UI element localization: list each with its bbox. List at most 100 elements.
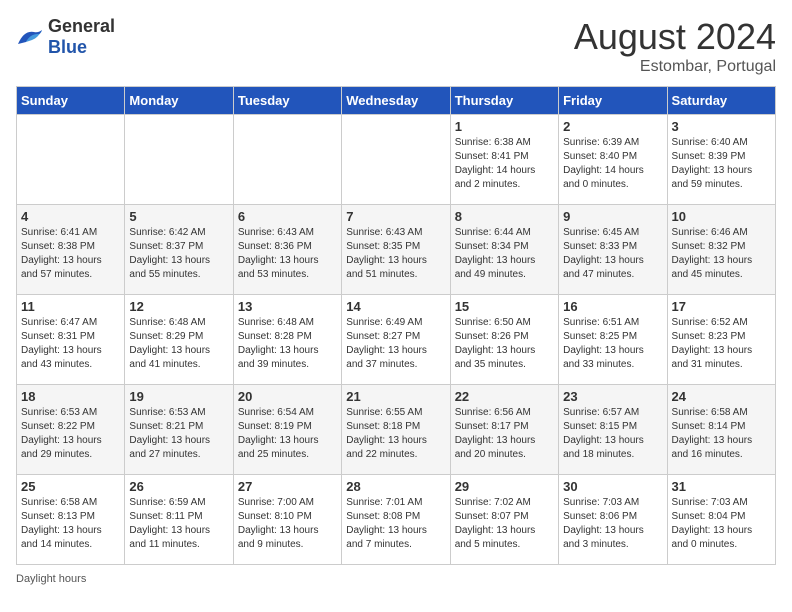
calendar-cell: 25 Sunrise: 6:58 AM Sunset: 8:13 PM Dayli…	[17, 475, 125, 565]
day-info: Sunrise: 6:43 AM Sunset: 8:36 PM Dayligh…	[238, 226, 337, 282]
calendar-cell: 14 Sunrise: 6:49 AM Sunset: 8:27 PM Dayli…	[342, 295, 450, 385]
calendar-cell: 19 Sunrise: 6:53 AM Sunset: 8:21 PM Dayli…	[125, 385, 233, 475]
day-info: Sunrise: 6:53 AM Sunset: 8:22 PM Dayligh…	[21, 406, 120, 462]
calendar-week-2: 4 Sunrise: 6:41 AM Sunset: 8:38 PM Daylig…	[17, 205, 776, 295]
day-info: Sunrise: 6:59 AM Sunset: 8:11 PM Dayligh…	[129, 496, 228, 552]
calendar-header-saturday: Saturday	[667, 87, 775, 115]
day-number: 19	[129, 389, 228, 404]
calendar-cell: 13 Sunrise: 6:48 AM Sunset: 8:28 PM Dayli…	[233, 295, 341, 385]
day-info: Sunrise: 6:53 AM Sunset: 8:21 PM Dayligh…	[129, 406, 228, 462]
day-number: 1	[455, 119, 554, 134]
day-info: Sunrise: 6:50 AM Sunset: 8:26 PM Dayligh…	[455, 316, 554, 372]
day-number: 8	[455, 209, 554, 224]
day-number: 18	[21, 389, 120, 404]
day-number: 28	[346, 479, 445, 494]
day-number: 23	[563, 389, 662, 404]
day-number: 4	[21, 209, 120, 224]
logo-general: General	[48, 16, 115, 36]
calendar-cell: 12 Sunrise: 6:48 AM Sunset: 8:29 PM Dayli…	[125, 295, 233, 385]
day-info: Sunrise: 6:40 AM Sunset: 8:39 PM Dayligh…	[672, 136, 771, 192]
calendar-week-3: 11Sunrise: 6:47 AM Sunset: 8:31 PM Dayli…	[17, 295, 776, 385]
day-info: Sunrise: 6:58 AM Sunset: 8:13 PM Dayligh…	[21, 496, 120, 552]
calendar-cell: 31 Sunrise: 7:03 AM Sunset: 8:04 PM Dayli…	[667, 475, 775, 565]
day-info: Sunrise: 6:58 AM Sunset: 8:14 PM Dayligh…	[672, 406, 771, 462]
day-number: 31	[672, 479, 771, 494]
calendar-cell: 20Sunrise: 6:54 AM Sunset: 8:19 PM Dayli…	[233, 385, 341, 475]
day-info: Sunrise: 6:46 AM Sunset: 8:32 PM Dayligh…	[672, 226, 771, 282]
calendar-cell: 10Sunrise: 6:46 AM Sunset: 8:32 PM Dayli…	[667, 205, 775, 295]
month-year: August 2024	[574, 16, 776, 58]
title-area: August 2024 Estombar, Portugal	[574, 16, 776, 76]
calendar-header-monday: Monday	[125, 87, 233, 115]
calendar-week-5: 25 Sunrise: 6:58 AM Sunset: 8:13 PM Dayli…	[17, 475, 776, 565]
day-number: 22	[455, 389, 554, 404]
day-info: Sunrise: 7:01 AM Sunset: 8:08 PM Dayligh…	[346, 496, 445, 552]
day-info: Sunrise: 7:02 AM Sunset: 8:07 PM Dayligh…	[455, 496, 554, 552]
daylight-hours-label: Daylight hours	[16, 573, 86, 585]
day-info: Sunrise: 7:03 AM Sunset: 8:04 PM Dayligh…	[672, 496, 771, 552]
calendar-cell	[342, 115, 450, 205]
calendar-cell: 27Sunrise: 7:00 AM Sunset: 8:10 PM Dayli…	[233, 475, 341, 565]
day-number: 13	[238, 299, 337, 314]
day-info: Sunrise: 6:49 AM Sunset: 8:27 PM Dayligh…	[346, 316, 445, 372]
calendar-cell: 18 Sunrise: 6:53 AM Sunset: 8:22 PM Dayli…	[17, 385, 125, 475]
day-number: 24	[672, 389, 771, 404]
day-info: Sunrise: 6:44 AM Sunset: 8:34 PM Dayligh…	[455, 226, 554, 282]
day-number: 25	[21, 479, 120, 494]
calendar-cell: 3Sunrise: 6:40 AM Sunset: 8:39 PM Daylig…	[667, 115, 775, 205]
day-number: 12	[129, 299, 228, 314]
calendar-cell: 2 Sunrise: 6:39 AM Sunset: 8:40 PM Daylig…	[559, 115, 667, 205]
calendar-cell: 23 Sunrise: 6:57 AM Sunset: 8:15 PM Dayli…	[559, 385, 667, 475]
calendar-cell: 6Sunrise: 6:43 AM Sunset: 8:36 PM Daylig…	[233, 205, 341, 295]
calendar-week-4: 18 Sunrise: 6:53 AM Sunset: 8:22 PM Dayli…	[17, 385, 776, 475]
day-info: Sunrise: 6:39 AM Sunset: 8:40 PM Dayligh…	[563, 136, 662, 192]
calendar-cell: 30 Sunrise: 7:03 AM Sunset: 8:06 PM Dayli…	[559, 475, 667, 565]
calendar-table: SundayMondayTuesdayWednesdayThursdayFrid…	[16, 86, 776, 565]
calendar-cell: 7 Sunrise: 6:43 AM Sunset: 8:35 PM Daylig…	[342, 205, 450, 295]
day-number: 2	[563, 119, 662, 134]
calendar-header-friday: Friday	[559, 87, 667, 115]
day-number: 30	[563, 479, 662, 494]
day-number: 27	[238, 479, 337, 494]
calendar-cell: 9Sunrise: 6:45 AM Sunset: 8:33 PM Daylig…	[559, 205, 667, 295]
day-info: Sunrise: 6:52 AM Sunset: 8:23 PM Dayligh…	[672, 316, 771, 372]
day-info: Sunrise: 6:57 AM Sunset: 8:15 PM Dayligh…	[563, 406, 662, 462]
day-info: Sunrise: 6:48 AM Sunset: 8:28 PM Dayligh…	[238, 316, 337, 372]
day-number: 14	[346, 299, 445, 314]
day-info: Sunrise: 6:45 AM Sunset: 8:33 PM Dayligh…	[563, 226, 662, 282]
day-info: Sunrise: 6:41 AM Sunset: 8:38 PM Dayligh…	[21, 226, 120, 282]
calendar-cell: 16Sunrise: 6:51 AM Sunset: 8:25 PM Dayli…	[559, 295, 667, 385]
day-number: 21	[346, 389, 445, 404]
day-info: Sunrise: 6:42 AM Sunset: 8:37 PM Dayligh…	[129, 226, 228, 282]
day-info: Sunrise: 7:03 AM Sunset: 8:06 PM Dayligh…	[563, 496, 662, 552]
calendar-cell	[125, 115, 233, 205]
calendar-cell: 24 Sunrise: 6:58 AM Sunset: 8:14 PM Dayli…	[667, 385, 775, 475]
header: General Blue August 2024 Estombar, Portu…	[16, 16, 776, 76]
day-info: Sunrise: 6:38 AM Sunset: 8:41 PM Dayligh…	[455, 136, 554, 192]
calendar-cell: 8 Sunrise: 6:44 AM Sunset: 8:34 PM Daylig…	[450, 205, 558, 295]
calendar-header-tuesday: Tuesday	[233, 87, 341, 115]
calendar-cell: 15Sunrise: 6:50 AM Sunset: 8:26 PM Dayli…	[450, 295, 558, 385]
day-info: Sunrise: 6:48 AM Sunset: 8:29 PM Dayligh…	[129, 316, 228, 372]
day-number: 26	[129, 479, 228, 494]
day-number: 16	[563, 299, 662, 314]
calendar-header-row: SundayMondayTuesdayWednesdayThursdayFrid…	[17, 87, 776, 115]
calendar-header-sunday: Sunday	[17, 87, 125, 115]
day-number: 5	[129, 209, 228, 224]
calendar-cell: 29 Sunrise: 7:02 AM Sunset: 8:07 PM Dayli…	[450, 475, 558, 565]
day-info: Sunrise: 6:56 AM Sunset: 8:17 PM Dayligh…	[455, 406, 554, 462]
footer-note: Daylight hours	[16, 573, 776, 585]
calendar-cell: 17 Sunrise: 6:52 AM Sunset: 8:23 PM Dayli…	[667, 295, 775, 385]
day-info: Sunrise: 6:55 AM Sunset: 8:18 PM Dayligh…	[346, 406, 445, 462]
calendar-week-1: 1 Sunrise: 6:38 AM Sunset: 8:41 PM Daylig…	[17, 115, 776, 205]
calendar-cell: 28 Sunrise: 7:01 AM Sunset: 8:08 PM Dayli…	[342, 475, 450, 565]
logo: General Blue	[16, 16, 115, 58]
day-info: Sunrise: 6:47 AM Sunset: 8:31 PM Dayligh…	[21, 316, 120, 372]
day-info: Sunrise: 6:43 AM Sunset: 8:35 PM Dayligh…	[346, 226, 445, 282]
location: Estombar, Portugal	[574, 58, 776, 76]
day-number: 17	[672, 299, 771, 314]
calendar-cell	[17, 115, 125, 205]
logo-text: General Blue	[48, 16, 115, 58]
day-number: 29	[455, 479, 554, 494]
day-number: 7	[346, 209, 445, 224]
